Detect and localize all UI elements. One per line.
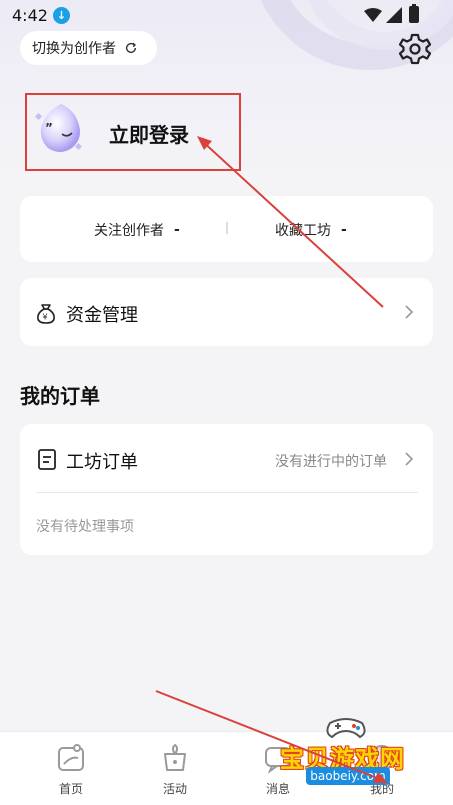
watermark-url: baobeiy.com — [306, 767, 390, 785]
status-time: 4:42 — [12, 6, 48, 25]
switch-to-creator-button[interactable]: 切换为创作者 — [20, 31, 157, 65]
funds-management-label: 资金管理 — [66, 305, 138, 326]
followed-creators-label: 关注创作者 — [94, 223, 164, 239]
nav-item-activity[interactable]: 活动 — [145, 742, 205, 797]
home-icon — [58, 744, 84, 771]
follow-stats-card: 关注创作者 - 收藏工坊 - — [20, 196, 433, 262]
refresh-icon — [125, 42, 137, 54]
login-button[interactable]: 立即登录 — [109, 119, 189, 148]
gamepad-icon — [326, 718, 366, 739]
switch-to-creator-label: 切换为创作者 — [32, 41, 116, 57]
battery-icon — [409, 4, 419, 23]
my-orders-title: 我的订单 — [20, 384, 100, 408]
status-bar: 4:42 ↓ — [0, 0, 453, 30]
followed-creators-item[interactable]: 关注创作者 - — [94, 220, 180, 240]
workshop-orders-row[interactable]: 工坊订单 没有进行中的订单 — [20, 424, 433, 492]
svg-text:”: ” — [45, 121, 53, 135]
favorite-workshop-value: - — [341, 222, 347, 238]
pending-empty-text: 没有待处理事项 — [36, 519, 134, 535]
orders-card: 工坊订单 没有进行中的订单 没有待处理事项 — [20, 424, 433, 555]
funds-management-row[interactable]: ¥ 资金管理 — [20, 278, 433, 346]
wifi-icon — [364, 8, 382, 22]
avatar-icon[interactable]: ” — [32, 100, 90, 158]
nav-label-activity: 活动 — [162, 782, 187, 796]
document-icon — [38, 449, 56, 470]
svg-text:¥: ¥ — [43, 313, 48, 322]
download-icon: ↓ — [53, 7, 70, 24]
workshop-orders-label: 工坊订单 — [66, 452, 138, 473]
settings-icon[interactable] — [398, 32, 432, 66]
chevron-right-icon — [405, 305, 414, 319]
divider — [226, 222, 228, 234]
chevron-right-icon — [405, 452, 414, 466]
signal-icon — [386, 7, 402, 23]
orders-status-text: 没有进行中的订单 — [275, 454, 387, 470]
followed-creators-value: - — [174, 222, 180, 238]
site-watermark: 宝贝游戏网 baobeiy.com — [272, 717, 420, 805]
nav-item-home[interactable]: 首页 — [41, 742, 101, 797]
favorite-workshop-label: 收藏工坊 — [275, 223, 331, 239]
divider — [36, 492, 418, 493]
activity-icon — [164, 743, 186, 771]
nav-label-home: 首页 — [58, 782, 83, 796]
favorite-workshop-item[interactable]: 收藏工坊 - — [275, 220, 347, 240]
money-bag-icon: ¥ — [37, 304, 55, 324]
